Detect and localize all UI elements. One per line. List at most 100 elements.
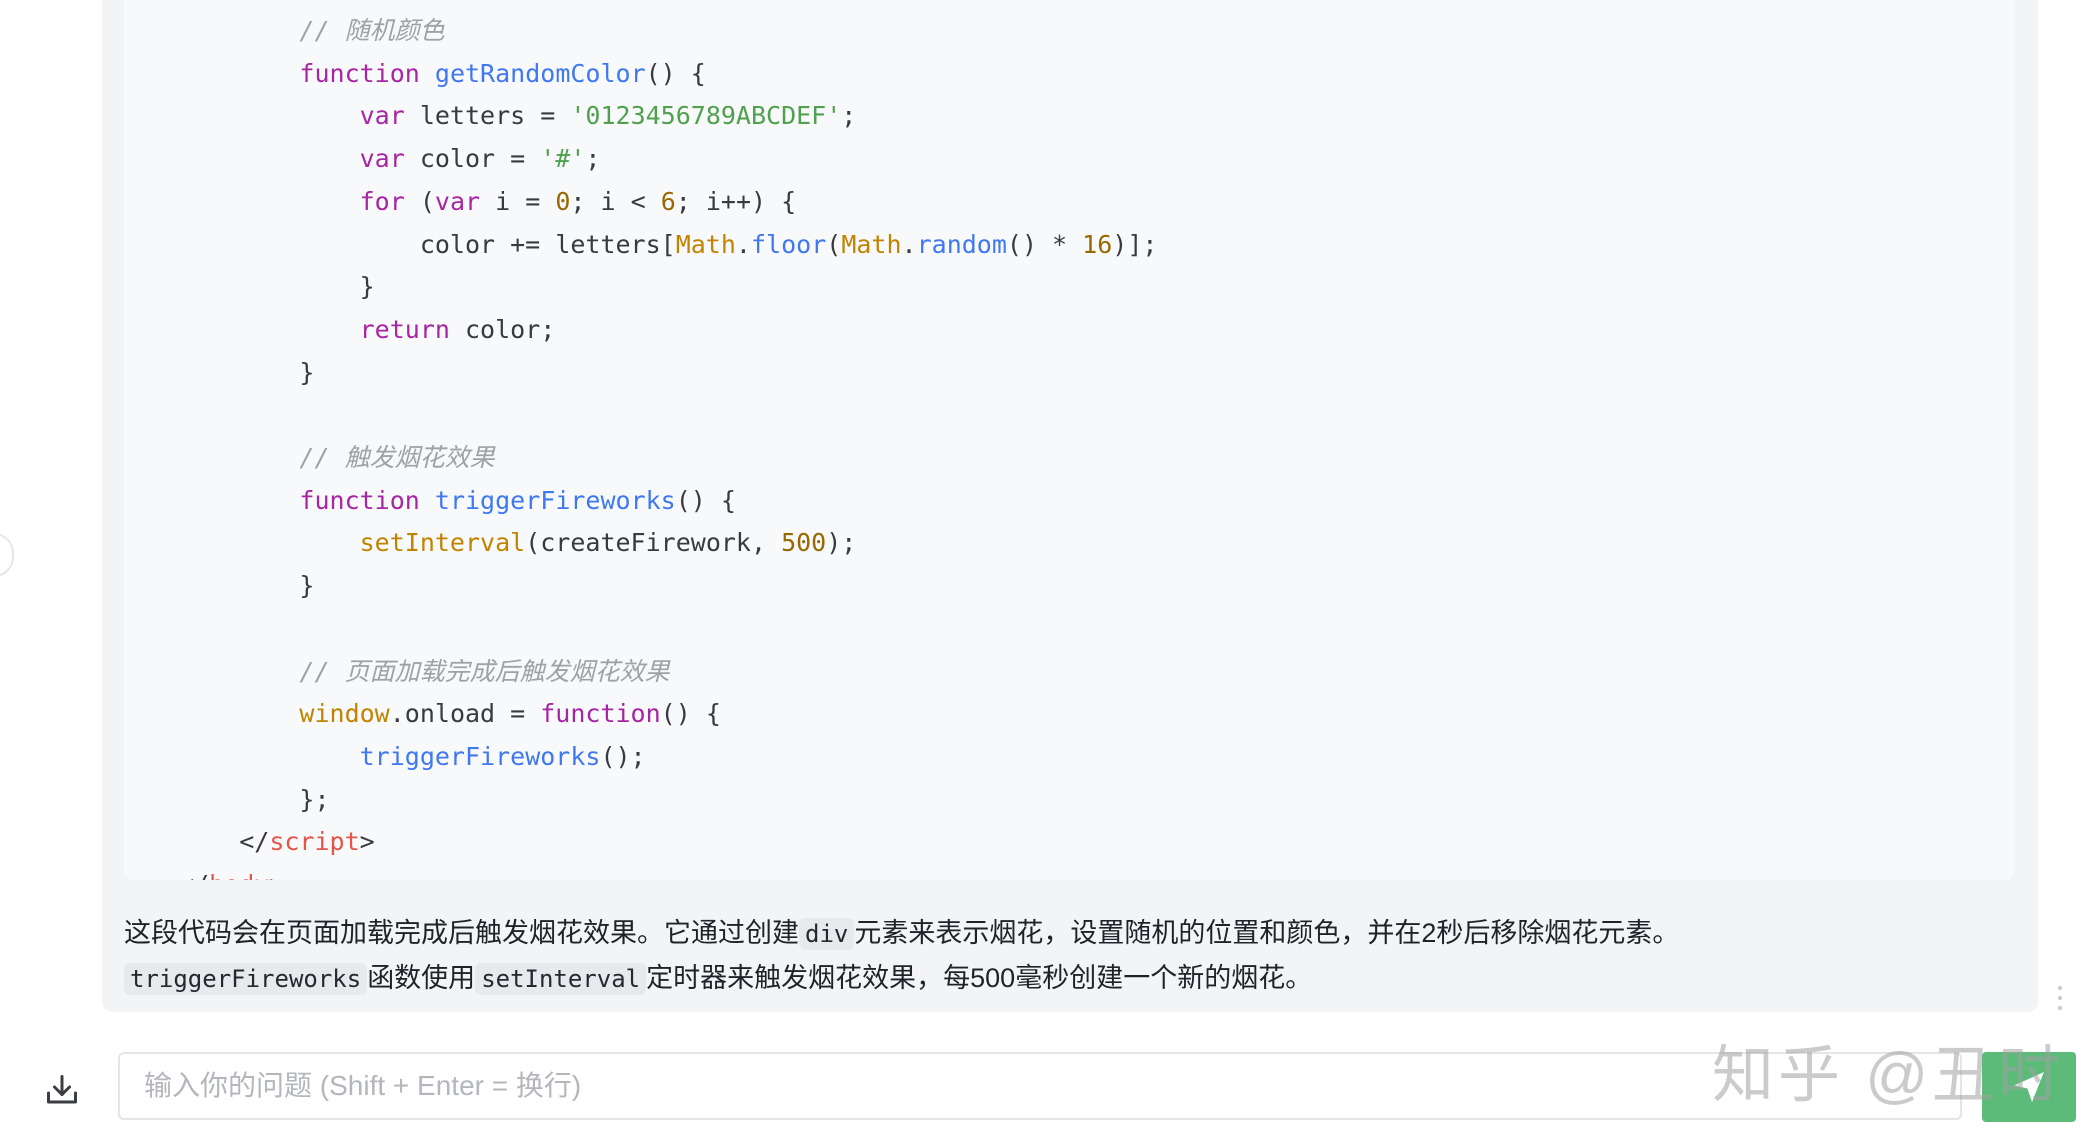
- code-token: ;: [585, 144, 601, 174]
- code-line: </body>: [179, 866, 284, 880]
- code-token: '0123456789ABCDEF': [570, 101, 842, 131]
- code-line: }: [179, 567, 314, 605]
- code-token: 16: [1082, 229, 1113, 259]
- code-token: }: [179, 272, 375, 302]
- code-token: () {: [645, 58, 706, 88]
- code-line: };: [179, 781, 329, 819]
- code-line: // 触发烟花效果: [179, 439, 495, 477]
- code-line: var letters = '0123456789ABCDEF';: [179, 97, 857, 135]
- explanation-paragraph-1: 这段代码会在页面加载完成后触发烟花效果。它通过创建 div 元素来表示烟花，设置随机…: [124, 912, 2004, 955]
- code-token: </: [179, 870, 209, 880]
- code-block: // 随机颜色 function getRandomColor() { var …: [124, 0, 2014, 880]
- code-token: color =: [404, 144, 541, 174]
- code-token: 500: [781, 528, 827, 558]
- code-line: return color;: [179, 311, 556, 349]
- inline-code: div: [799, 918, 855, 950]
- code-token: return: [359, 314, 450, 344]
- send-button[interactable]: [1982, 1052, 2076, 1122]
- code-token: window: [299, 699, 390, 729]
- code-token: 0: [555, 186, 571, 216]
- code-token: .onload =: [389, 699, 541, 729]
- code-line: }: [179, 354, 314, 392]
- code-line: color += letters[Math.floor(Math.random(…: [179, 226, 1158, 264]
- code-token: function: [540, 699, 661, 729]
- code-token: ; i <: [570, 186, 661, 216]
- code-token: }: [179, 357, 315, 387]
- code-token: for: [359, 186, 405, 216]
- code-token: </: [179, 827, 270, 857]
- assistant-message: // 随机颜色 function getRandomColor() { var …: [102, 0, 2038, 1012]
- code-token: letters =: [404, 101, 571, 131]
- code-token: var: [434, 186, 481, 216]
- code-token: getRandomColor: [434, 58, 646, 88]
- code-token: Math: [841, 229, 902, 259]
- code-line: function triggerFireworks() {: [179, 482, 736, 520]
- code-token: () {: [660, 699, 721, 729]
- explanation-paragraph-2: triggerFireworks 函数使用 setInterval 定时器来触发烟花效…: [124, 957, 2004, 1000]
- code-token: triggerFireworks: [359, 741, 601, 771]
- code-token: ;: [841, 101, 857, 131]
- chat-input[interactable]: [118, 1052, 1962, 1120]
- code-token: setInterval: [359, 528, 526, 558]
- code-token: () {: [675, 485, 736, 515]
- code-token: var: [359, 144, 405, 174]
- inline-code: triggerFireworks: [124, 963, 368, 995]
- code-token: // 触发烟花效果: [299, 443, 495, 472]
- code-token: ; i++) {: [675, 186, 797, 216]
- code-token: (: [404, 186, 435, 216]
- code-token: random: [916, 229, 1007, 259]
- code-token: // 页面加载完成后触发烟花效果: [299, 656, 670, 686]
- code-token: );: [826, 528, 857, 558]
- code-token: >: [269, 870, 284, 880]
- explanation-text-segment: 定时器来触发烟花效果，每500毫秒创建一个新的烟花。: [646, 963, 1313, 993]
- code-token: () *: [1006, 229, 1083, 259]
- download-icon: [47, 1075, 77, 1104]
- chat-page: // 随机颜色 function getRandomColor() { var …: [0, 0, 2100, 1142]
- code-token: function: [299, 485, 420, 515]
- inline-code: setInterval: [475, 963, 647, 995]
- code-token: (: [826, 229, 842, 259]
- code-token: .: [735, 229, 751, 259]
- code-token: )];: [1112, 229, 1158, 259]
- code-line: // 随机颜色: [179, 12, 445, 50]
- code-line: function getRandomColor() {: [179, 55, 706, 93]
- code-token: triggerFireworks: [434, 485, 676, 515]
- code-token: ();: [600, 741, 646, 771]
- explanation-text-segment: 这段代码会在页面加载完成后触发烟花效果。它通过创建: [124, 918, 799, 948]
- code-token: }: [179, 571, 315, 601]
- code-line: triggerFireworks();: [179, 738, 646, 776]
- code-token: script: [269, 827, 360, 857]
- code-line: setInterval(createFirework, 500);: [179, 524, 857, 562]
- download-button[interactable]: [40, 1068, 84, 1112]
- explanation-text-segment: 元素来表示烟花，设置随机的位置和颜色，并在2秒后移除烟花元素。: [854, 918, 1680, 948]
- code-token: var: [359, 101, 405, 131]
- code-line: }: [179, 268, 375, 306]
- sidebar-toggle-handle[interactable]: [0, 533, 14, 577]
- send-icon: [2014, 1072, 2044, 1102]
- code-line: var color = '#';: [179, 140, 601, 178]
- explanation-text: 这段代码会在页面加载完成后触发烟花效果。它通过创建 div 元素来表示烟花，设置随机…: [124, 912, 2004, 1000]
- explanation-text-segment: 函数使用: [367, 963, 476, 993]
- code-token: '#': [540, 144, 586, 174]
- more-vertical-icon[interactable]: [2056, 986, 2064, 1010]
- code-token: >: [359, 827, 375, 857]
- code-line: for (var i = 0; i < 6; i++) {: [179, 183, 797, 221]
- code-token: color;: [449, 314, 556, 344]
- code-token: // 随机颜色: [299, 16, 445, 45]
- code-token: Math: [675, 229, 736, 259]
- code-token: 6: [660, 186, 676, 216]
- code-token: body: [209, 870, 269, 880]
- code-token: floor: [750, 229, 827, 259]
